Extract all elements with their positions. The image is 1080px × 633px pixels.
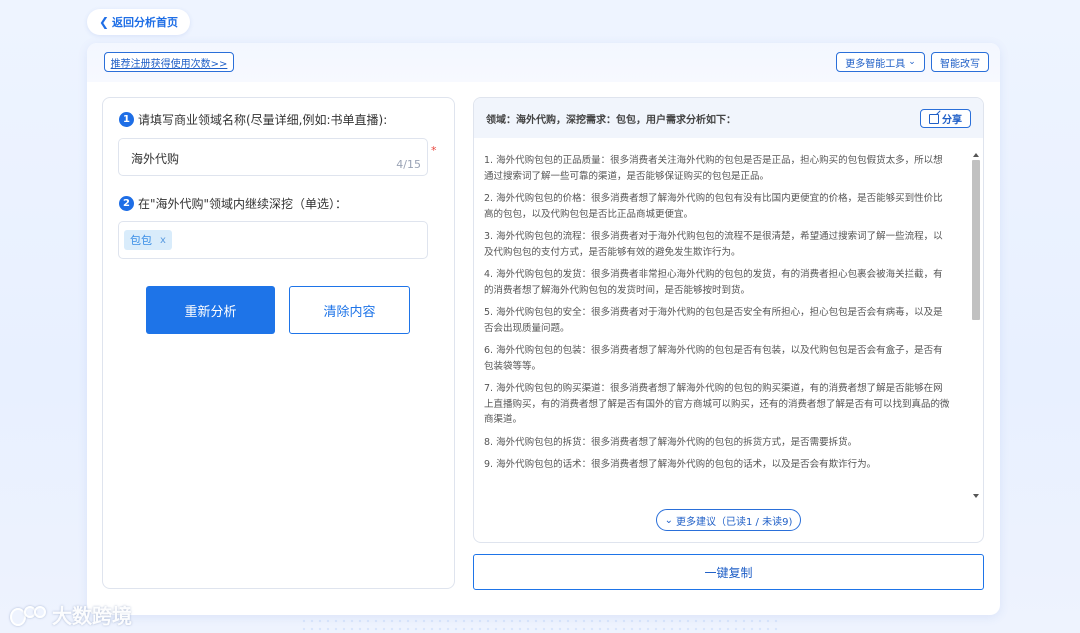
recommend-register-link[interactable]: 推荐注册获得使用次数>>	[104, 52, 234, 72]
required-mark: *	[431, 144, 437, 157]
list-item: 4. 海外代购包包的发货：很多消费者非常担心海外代购的包包的发货，有的消费者担心…	[484, 269, 943, 296]
step1-label: 请填写商业领域名称(尽量详细,例如:书单直播):	[138, 113, 388, 127]
step2-number-badge: 2	[119, 196, 134, 211]
domain-input[interactable]: 海外代购 4/15	[118, 138, 428, 176]
char-counter: 4/15	[396, 158, 421, 171]
list-item: 7. 海外代购包包的购买渠道：很多消费者想了解海外代购的包包的购买渠道，有的消费…	[484, 383, 950, 425]
reanalyze-button[interactable]: 重新分析	[146, 286, 275, 334]
copy-all-button[interactable]: 一键复制	[473, 554, 984, 590]
share-button[interactable]: 分享	[920, 109, 971, 128]
share-label: 分享	[942, 115, 962, 126]
scroll-up-arrow-icon[interactable]	[973, 153, 979, 157]
share-icon	[929, 113, 939, 124]
main-card: 推荐注册获得使用次数>> 更多智能工具 ⌄ 智能改写 1 请填写商业领域名称(尽…	[87, 43, 1000, 615]
step1-number-badge: 1	[119, 112, 134, 127]
selected-tag-label: 包包	[130, 234, 152, 247]
result-panel: 领域：海外代购，深挖需求：包包，用户需求分析如下： 分享 1. 海外代购包包的正…	[473, 97, 984, 543]
more-tools-label: 更多智能工具	[845, 58, 906, 70]
back-button-label: 返回分析首页	[112, 16, 179, 29]
step2-label: 在"海外代购"领域内继续深挖（单选）：	[138, 197, 348, 211]
scrollbar[interactable]	[972, 153, 980, 498]
watermark-text: 大数跨境	[52, 604, 132, 628]
selected-tag: 包包 x	[124, 230, 172, 250]
tag-remove-button[interactable]: x	[160, 235, 166, 246]
list-item: 1. 海外代购包包的正品质量：很多消费者关注海外代购的包包是否是正品，担心购买的…	[484, 155, 943, 182]
step1-heading: 1 请填写商业领域名称(尽量详细,例如:书单直播):	[119, 111, 387, 128]
domain-input-value: 海外代购	[131, 152, 180, 166]
list-item: 8. 海外代购包包的拆货：很多消费者想了解海外代购的包包的拆货方式，是否需要拆货…	[484, 436, 858, 448]
step2-heading: 2 在"海外代购"领域内继续深挖（单选）：	[119, 195, 347, 212]
chevron-down-icon: ⌄	[908, 57, 916, 67]
chevron-down-icon: ⌄	[664, 514, 674, 526]
input-panel: 1 请填写商业领域名称(尽量详细,例如:书单直播): 海外代购 4/15 * 2…	[102, 97, 455, 589]
brand-logo-icon	[10, 604, 46, 626]
more-suggestions-button[interactable]: ⌄ 更多建议（已读1 / 未读9)	[656, 509, 801, 531]
scrollbar-thumb[interactable]	[972, 160, 980, 320]
list-item: 5. 海外代购包包的安全：很多消费者对于海外代购的包包是否安全有所担心，担心包包…	[484, 307, 943, 334]
subtopic-select[interactable]: 包包 x	[118, 221, 428, 259]
chevron-left-icon: ❮	[98, 15, 110, 29]
smart-rewrite-button[interactable]: 智能改写	[931, 52, 989, 72]
card-header: 推荐注册获得使用次数>> 更多智能工具 ⌄ 智能改写	[87, 43, 1000, 82]
result-header-text: 领域：海外代购，深挖需求：包包，用户需求分析如下：	[486, 114, 736, 126]
clear-content-button[interactable]: 清除内容	[289, 286, 410, 334]
analysis-list[interactable]: 1. 海外代购包包的正品质量：很多消费者关注海外代购的包包是否是正品，担心购买的…	[484, 153, 952, 495]
list-item: 2. 海外代购包包的价格：很多消费者想了解海外代购的包包有没有比国内更便宜的价格…	[484, 193, 943, 220]
list-item: 6. 海外代购包包的包装：很多消费者想了解海外代购的包包是否有包装，以及代购包包…	[484, 345, 943, 372]
scroll-down-arrow-icon[interactable]	[973, 494, 979, 498]
list-item: 3. 海外代购包包的流程：很多消费者对于海外代购包包的流程不是很清楚，希望通过搜…	[484, 231, 943, 258]
result-header: 领域：海外代购，深挖需求：包包，用户需求分析如下： 分享	[474, 98, 983, 138]
more-suggestions-label: 更多建议（已读1 / 未读9)	[676, 516, 793, 528]
back-to-home-button[interactable]: ❮ 返回分析首页	[87, 9, 190, 35]
brand-watermark: 大数跨境	[10, 600, 132, 629]
list-item: 9. 海外代购包包的话术：很多消费者想了解海外代购的包包的话术，以及是否会有欺诈…	[484, 459, 877, 470]
more-tools-dropdown[interactable]: 更多智能工具 ⌄	[836, 52, 925, 72]
